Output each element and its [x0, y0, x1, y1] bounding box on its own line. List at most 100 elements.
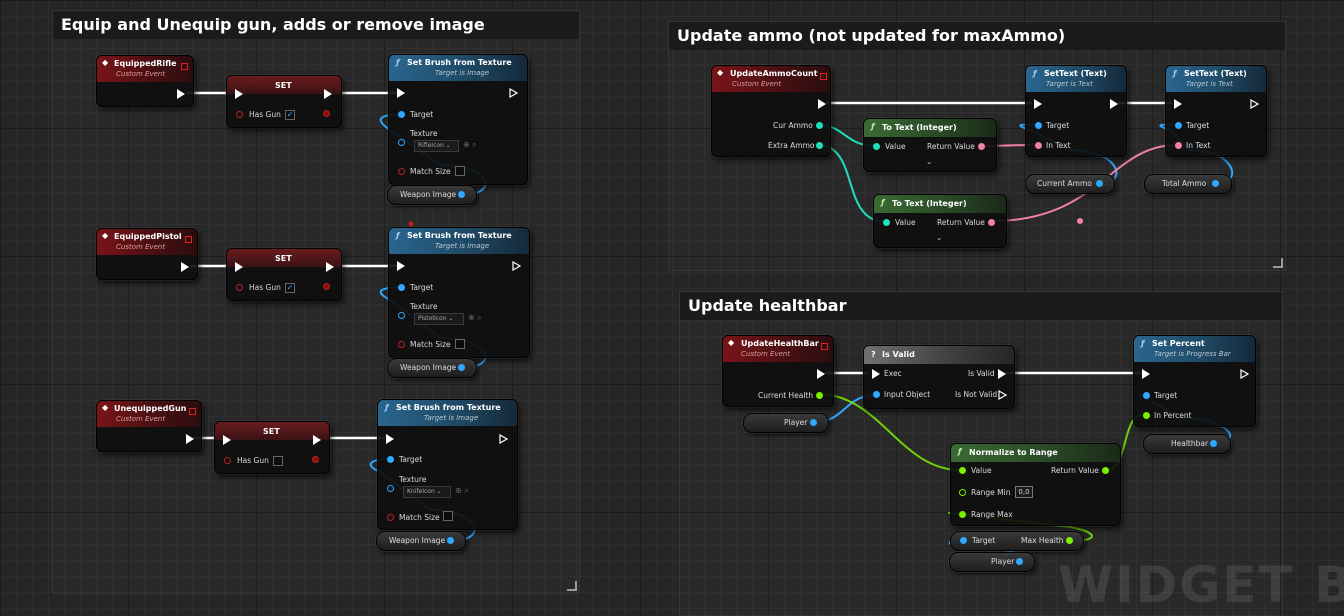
exec-in-pin[interactable] [386, 434, 394, 444]
has-gun-in-pin[interactable] [236, 284, 243, 291]
variable-out-pin[interactable] [1212, 180, 1219, 187]
set-has-gun-node[interactable]: SET Has Gun [214, 421, 330, 474]
in-text-pin[interactable] [1175, 142, 1182, 149]
has-gun-out-pin[interactable] [323, 283, 330, 290]
browse-use-icons[interactable]: ⊕ ⌕ [455, 486, 469, 496]
exec-out-pin[interactable] [499, 434, 508, 444]
match-size-checkbox[interactable] [443, 511, 453, 521]
match-size-pin[interactable] [398, 341, 405, 348]
match-size-pin[interactable] [387, 514, 394, 521]
range-max-pin[interactable] [959, 511, 966, 518]
exec-in-pin[interactable] [223, 435, 231, 445]
has-gun-in-pin[interactable] [224, 457, 231, 464]
variable-out-pin[interactable] [447, 537, 454, 544]
delegate-pin[interactable] [189, 408, 196, 415]
target-pin[interactable] [387, 456, 394, 463]
event-update-health-bar[interactable]: ◆ UpdateHealthBar Custom Event Current H… [722, 335, 834, 407]
match-size-pin[interactable] [398, 168, 405, 175]
texture-pin[interactable] [398, 139, 405, 146]
texture-pin[interactable] [387, 485, 394, 492]
set-has-gun-node[interactable]: SET Has Gun ✓ [226, 75, 342, 128]
weapon-image-variable[interactable]: Weapon Image [376, 531, 466, 551]
exec-in-pin[interactable] [1142, 369, 1150, 379]
value-in-pin[interactable] [873, 143, 880, 150]
set-text-node[interactable]: ƒ SetText (Text) Target is Text Target I… [1025, 65, 1127, 157]
delegate-pin[interactable] [181, 63, 188, 70]
in-text-pin[interactable] [1035, 142, 1042, 149]
weapon-image-variable[interactable]: Weapon Image [387, 358, 477, 378]
range-min-pin[interactable] [959, 489, 966, 496]
texture-dropdown[interactable]: RifleIcon ⌄ [414, 140, 459, 152]
to-text-integer-node[interactable]: ƒ To Text (Integer) Value Return Value ⌄ [873, 194, 1007, 248]
exec-out-pin[interactable] [1250, 99, 1259, 109]
target-pin[interactable] [1143, 392, 1150, 399]
input-object-pin[interactable] [873, 391, 880, 398]
exec-out-pin[interactable] [818, 99, 826, 109]
max-health-getter[interactable]: Target Max Health [950, 531, 1084, 551]
delegate-pin[interactable] [185, 236, 192, 243]
exec-out-pin[interactable] [177, 89, 185, 99]
set-brush-from-texture-node[interactable]: ƒ Set Brush from Texture Target is Image… [377, 399, 518, 530]
event-update-ammo-count[interactable]: ◆ UpdateAmmoCount Custom Event Cur Ammo … [711, 65, 831, 157]
browse-use-icons[interactable]: ⊕ ⌕ [463, 140, 477, 150]
exec-out-pin[interactable] [1110, 99, 1118, 109]
variable-out-pin[interactable] [458, 364, 465, 371]
to-text-integer-node[interactable]: ƒ To Text (Integer) Value Return Value ⌄ [863, 118, 997, 172]
player-variable[interactable]: Player [743, 413, 829, 433]
in-percent-pin[interactable] [1143, 412, 1150, 419]
delegate-pin[interactable] [821, 343, 828, 350]
variable-out-pin[interactable] [1210, 440, 1217, 447]
is-not-valid-exec-pin[interactable] [998, 390, 1007, 400]
return-value-pin[interactable] [978, 143, 985, 150]
browse-use-icons[interactable]: ⊕ ⌕ [468, 313, 482, 323]
is-valid-exec-pin[interactable] [998, 369, 1006, 379]
variable-out-pin[interactable] [458, 191, 465, 198]
texture-dropdown[interactable]: PistolIcon ⌄ [414, 313, 464, 325]
variable-out-pin[interactable] [810, 419, 817, 426]
return-value-pin[interactable] [1102, 467, 1109, 474]
total-ammo-variable[interactable]: Total Ammo [1144, 174, 1232, 194]
player-variable[interactable]: Player [949, 552, 1035, 572]
chevron-down-icon[interactable]: ⌄ [926, 157, 932, 166]
exec-in-pin[interactable] [1174, 99, 1182, 109]
return-value-pin[interactable] [988, 219, 995, 226]
is-valid-node[interactable]: ? Is Valid Exec Is Valid Input Object Is… [863, 345, 1015, 409]
target-pin[interactable] [1175, 122, 1182, 129]
normalize-to-range-node[interactable]: ƒ Normalize to Range Value Return Value … [950, 443, 1121, 526]
delegate-pin[interactable] [820, 73, 827, 80]
exec-in-pin[interactable] [397, 88, 405, 98]
weapon-image-variable[interactable]: Weapon Image [387, 185, 477, 205]
has-gun-in-pin[interactable] [236, 111, 243, 118]
event-unequipped-gun[interactable]: ◆ UnequippedGun Custom Event [96, 400, 202, 452]
exec-in-pin[interactable] [235, 89, 243, 99]
exec-out-pin[interactable] [512, 261, 521, 271]
has-gun-checkbox[interactable]: ✓ [285, 283, 295, 293]
exec-in-pin[interactable] [1034, 99, 1042, 109]
texture-pin[interactable] [398, 312, 405, 319]
has-gun-checkbox[interactable] [273, 456, 283, 466]
exec-out-pin[interactable] [313, 435, 321, 445]
target-pin[interactable] [398, 111, 405, 118]
exec-out-pin[interactable] [326, 262, 334, 272]
match-size-checkbox[interactable] [455, 339, 465, 349]
variable-out-pin[interactable] [1016, 558, 1023, 565]
target-pin[interactable] [960, 537, 967, 544]
variable-out-pin[interactable] [1096, 180, 1103, 187]
exec-out-pin[interactable] [181, 262, 189, 272]
range-min-input[interactable]: 0,0 [1015, 486, 1033, 498]
set-has-gun-node[interactable]: SET Has Gun ✓ [226, 248, 342, 301]
value-in-pin[interactable] [883, 219, 890, 226]
event-equipped-rifle[interactable]: ◆ EquippedRifle Custom Event [96, 55, 194, 107]
has-gun-out-pin[interactable] [312, 456, 319, 463]
set-brush-from-texture-node[interactable]: ƒ Set Brush from Texture Target is Image… [388, 227, 530, 358]
target-pin[interactable] [1035, 122, 1042, 129]
value-in-pin[interactable] [959, 467, 966, 474]
exec-out-pin[interactable] [509, 88, 518, 98]
max-health-out-pin[interactable] [1066, 537, 1073, 544]
has-gun-checkbox[interactable]: ✓ [285, 110, 295, 120]
exec-in-pin[interactable] [872, 369, 880, 379]
exec-out-pin[interactable] [817, 369, 825, 379]
match-size-checkbox[interactable] [455, 166, 465, 176]
chevron-down-icon[interactable]: ⌄ [936, 233, 942, 242]
has-gun-out-pin[interactable] [323, 110, 330, 117]
